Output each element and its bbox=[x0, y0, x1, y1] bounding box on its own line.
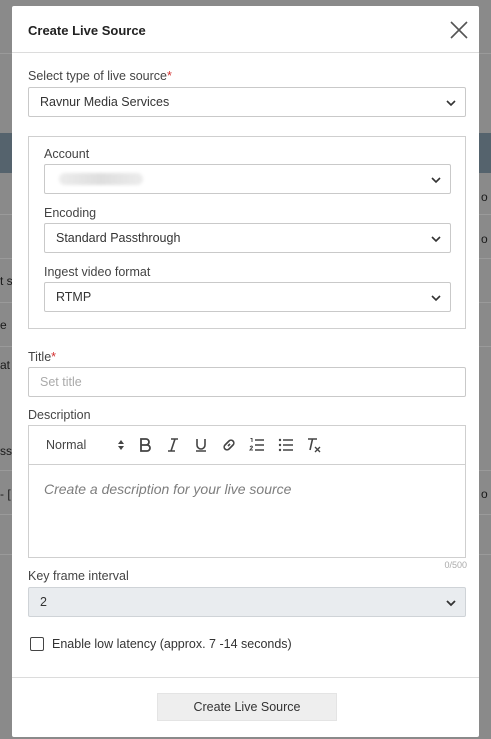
key-frame-value: 2 bbox=[40, 595, 47, 609]
source-type-select[interactable]: Ravnur Media Services bbox=[28, 87, 466, 117]
backdrop-text: at bbox=[0, 358, 11, 372]
chevron-down-icon bbox=[431, 177, 441, 184]
bold-icon[interactable] bbox=[137, 437, 153, 453]
description-label: Description bbox=[28, 408, 91, 422]
key-frame-label: Key frame interval bbox=[28, 569, 129, 583]
modal-title: Create Live Source bbox=[28, 23, 146, 38]
account-label: Account bbox=[44, 147, 90, 161]
title-label: Title* bbox=[28, 350, 56, 364]
chevron-down-icon bbox=[446, 600, 456, 607]
clear-format-icon[interactable] bbox=[306, 437, 322, 453]
create-live-source-modal: Create Live Source Select type of live s… bbox=[12, 6, 479, 737]
character-counter: 0/500 bbox=[444, 560, 467, 570]
low-latency-checkbox[interactable] bbox=[30, 637, 44, 651]
ingest-format-label: Ingest video format bbox=[44, 265, 151, 279]
modal-header: Create Live Source bbox=[12, 6, 479, 53]
ingest-format-select[interactable]: RTMP bbox=[44, 282, 451, 312]
title-label-text: Title bbox=[28, 350, 52, 364]
ordered-list-icon[interactable] bbox=[249, 437, 265, 453]
source-settings-group: Account Encoding Standard Passthrough In… bbox=[28, 136, 466, 329]
source-type-value: Ravnur Media Services bbox=[40, 95, 170, 109]
redacted-account-value bbox=[59, 173, 143, 185]
italic-icon[interactable] bbox=[165, 437, 181, 453]
description-editor: Normal Create a description for your liv… bbox=[28, 425, 466, 558]
ingest-format-value: RTMP bbox=[56, 290, 92, 304]
encoding-label: Encoding bbox=[44, 206, 97, 220]
bullet-list-icon[interactable] bbox=[278, 437, 294, 453]
updown-arrows-icon bbox=[118, 440, 124, 450]
chevron-down-icon bbox=[431, 295, 441, 302]
description-placeholder[interactable]: Create a description for your live sourc… bbox=[44, 481, 291, 497]
low-latency-label[interactable]: Enable low latency (approx. 7 -14 second… bbox=[52, 637, 292, 651]
editor-toolbar: Normal bbox=[29, 426, 465, 465]
backdrop-text: t s bbox=[0, 274, 13, 288]
backdrop-text: o bbox=[481, 487, 488, 501]
required-mark: * bbox=[51, 350, 57, 364]
encoding-value: Standard Passthrough bbox=[56, 231, 181, 245]
close-icon bbox=[450, 21, 468, 39]
title-placeholder: Set title bbox=[40, 375, 82, 389]
backdrop-text: - [ bbox=[0, 487, 11, 501]
link-icon[interactable] bbox=[221, 437, 237, 453]
backdrop-text: o bbox=[481, 232, 488, 246]
create-live-source-button[interactable]: Create Live Source bbox=[157, 693, 337, 721]
backdrop-text: e bbox=[0, 318, 7, 332]
key-frame-select[interactable]: 2 bbox=[28, 587, 466, 617]
title-input[interactable]: Set title bbox=[28, 367, 466, 397]
account-select[interactable] bbox=[44, 164, 451, 194]
chevron-down-icon bbox=[446, 100, 456, 107]
chevron-down-icon bbox=[431, 236, 441, 243]
modal-footer-divider bbox=[12, 677, 479, 678]
encoding-select[interactable]: Standard Passthrough bbox=[44, 223, 451, 253]
required-mark: * bbox=[166, 69, 172, 83]
backdrop-text: o bbox=[481, 190, 488, 204]
source-type-label: Select type of live source* bbox=[28, 69, 172, 83]
underline-icon[interactable] bbox=[193, 437, 209, 453]
format-select[interactable]: Normal bbox=[46, 438, 86, 452]
source-type-label-text: Select type of live source bbox=[28, 69, 167, 83]
close-button[interactable] bbox=[447, 18, 471, 42]
backdrop-text: ss bbox=[0, 444, 12, 458]
